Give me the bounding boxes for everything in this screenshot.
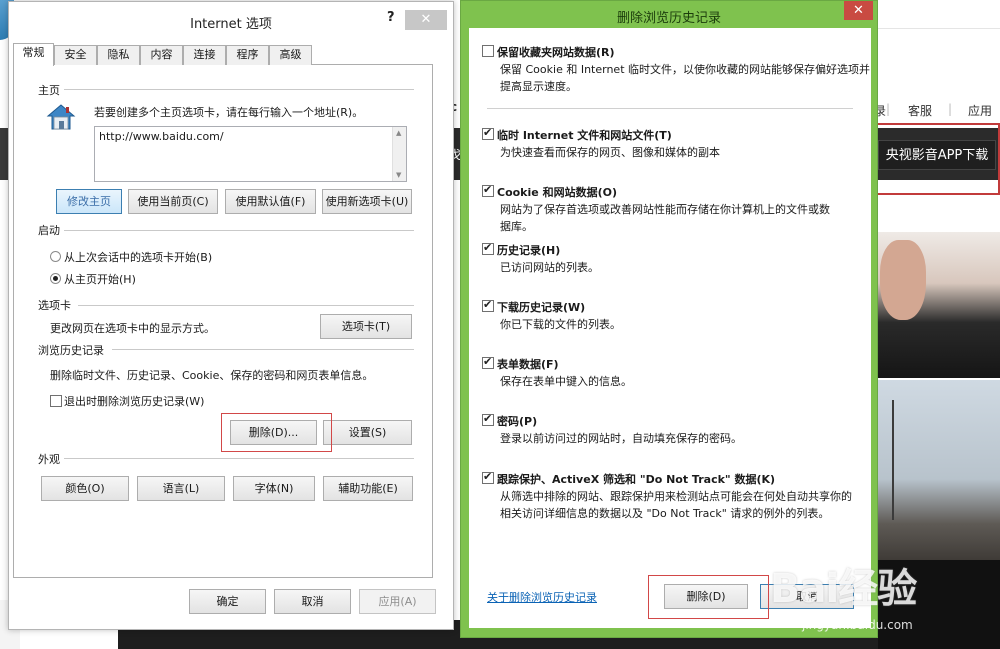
nav-divider: | bbox=[886, 102, 891, 116]
watermark-logo: Bai经验 bbox=[770, 566, 917, 612]
change-homepage-button[interactable]: 修改主页 bbox=[56, 189, 122, 214]
history-group-label: 浏览历史记录 bbox=[38, 344, 104, 357]
nav-item-service[interactable]: 客服 bbox=[908, 102, 932, 119]
download-history-desc: 你已下载的文件的列表。 bbox=[500, 318, 621, 331]
radio-last-session[interactable] bbox=[50, 251, 61, 262]
passwords-title: 密码(P) bbox=[497, 415, 538, 428]
about-delete-history-link[interactable]: 关于删除浏览历史记录 bbox=[487, 589, 597, 605]
photo-detail bbox=[882, 400, 904, 520]
close-button[interactable]: ✕ bbox=[405, 10, 447, 30]
watermark: Bai经验 jingyan.baidu.com bbox=[760, 548, 960, 648]
highlight-box bbox=[867, 123, 1000, 195]
highlight-box bbox=[221, 413, 332, 452]
tab-content[interactable]: 内容 bbox=[140, 45, 183, 65]
help-button[interactable]: ? bbox=[387, 10, 395, 25]
appearance-group-label: 外观 bbox=[38, 453, 60, 466]
tabs-group-label: 选项卡 bbox=[38, 299, 71, 312]
group-divider bbox=[78, 305, 414, 306]
tab-security[interactable]: 安全 bbox=[54, 45, 97, 65]
group-divider bbox=[64, 458, 414, 459]
dialog-titlebar[interactable]: Internet 选项 ? ✕ bbox=[9, 2, 453, 40]
passwords-desc: 登录以前访问过的网站时，自动填充保存的密码。 bbox=[500, 432, 742, 445]
background-divider bbox=[870, 28, 1000, 48]
history-settings-button[interactable]: 设置(S) bbox=[323, 420, 412, 445]
use-new-tab-button[interactable]: 使用新选项卡(U) bbox=[322, 189, 412, 214]
scroll-up-icon[interactable]: ▲ bbox=[396, 129, 401, 137]
group-divider bbox=[112, 349, 414, 350]
highlight-box bbox=[648, 575, 769, 619]
tab-privacy[interactable]: 隐私 bbox=[97, 45, 140, 65]
photo-detail bbox=[880, 240, 926, 320]
accessibility-button[interactable]: 辅助功能(E) bbox=[323, 476, 413, 501]
keep-favorites-title: 保留收藏夹网站数据(R) bbox=[497, 46, 615, 59]
history-desc: 已访问网站的列表。 bbox=[500, 261, 599, 274]
delete-on-exit-label: 退出时删除浏览历史记录(W) bbox=[64, 395, 205, 408]
fonts-button[interactable]: 字体(N) bbox=[233, 476, 315, 501]
house-icon bbox=[46, 104, 76, 130]
radio-homepage[interactable] bbox=[50, 273, 61, 284]
delete-on-exit-checkbox[interactable] bbox=[50, 395, 62, 407]
temp-files-desc: 为快速查看而保存的网页、图像和媒体的副本 bbox=[500, 146, 720, 159]
homepage-group-label: 主页 bbox=[38, 84, 60, 97]
temp-files-checkbox[interactable] bbox=[482, 126, 494, 140]
scroll-down-icon[interactable]: ▼ bbox=[396, 171, 401, 179]
startup-group-label: 启动 bbox=[38, 224, 60, 237]
cookies-checkbox[interactable] bbox=[482, 183, 494, 197]
dialog-title: 删除浏览历史记录 bbox=[616, 11, 721, 26]
colors-button[interactable]: 颜色(O) bbox=[41, 476, 129, 501]
use-default-button[interactable]: 使用默认值(F) bbox=[225, 189, 316, 214]
languages-button[interactable]: 语言(L) bbox=[137, 476, 225, 501]
scrollbar[interactable]: ▲ ▼ bbox=[392, 127, 406, 181]
keep-favorites-checkbox[interactable] bbox=[482, 45, 494, 57]
temp-files-title: 临时 Internet 文件和网站文件(T) bbox=[497, 129, 672, 142]
cancel-button[interactable]: 取消 bbox=[274, 589, 351, 614]
cookies-title: Cookie 和网站数据(O) bbox=[497, 186, 617, 199]
history-title: 历史记录(H) bbox=[497, 244, 561, 257]
tabs-settings-button[interactable]: 选项卡(T) bbox=[320, 314, 412, 339]
download-history-checkbox[interactable] bbox=[482, 298, 494, 312]
group-divider bbox=[64, 230, 414, 231]
homepage-url-field[interactable]: http://www.baidu.com/ ▲ ▼ bbox=[94, 126, 407, 182]
watermark-url: jingyan.baidu.com bbox=[802, 618, 913, 632]
keep-favorites-desc: 保留 Cookie 和 Internet 临时文件，以使你收藏的网站能够保存偏好… bbox=[500, 63, 870, 93]
form-data-checkbox[interactable] bbox=[482, 355, 494, 369]
use-current-button[interactable]: 使用当前页(C) bbox=[128, 189, 218, 214]
cookies-desc: 网站为了保存首选项或改善网站性能而存储在你计算机上的文件或数据库。 bbox=[500, 203, 830, 233]
tracking-protection-desc: 从筛选中排除的网站、跟踪保护用来检测站点可能会在何处自动共享你的相关访问详细信息… bbox=[500, 490, 852, 520]
tab-connections[interactable]: 连接 bbox=[183, 45, 226, 65]
tracking-protection-checkbox[interactable] bbox=[482, 470, 494, 484]
group-divider bbox=[64, 89, 414, 90]
tab-programs[interactable]: 程序 bbox=[226, 45, 269, 65]
tracking-protection-title: 跟踪保护、ActiveX 筛选和 "Do Not Track" 数据(K) bbox=[497, 473, 776, 486]
apply-button[interactable]: 应用(A) bbox=[359, 589, 436, 614]
background-banner-edge bbox=[0, 128, 8, 180]
passwords-checkbox[interactable] bbox=[482, 412, 494, 426]
homepage-instruction: 若要创建多个主页选项卡，请在每行输入一个地址(R)。 bbox=[94, 106, 364, 119]
nav-divider: | bbox=[948, 102, 953, 116]
tab-general[interactable]: 常规 bbox=[13, 43, 54, 66]
nav-item-apps[interactable]: 应用 bbox=[968, 102, 992, 119]
close-button[interactable]: ✕ bbox=[844, 1, 873, 20]
form-data-title: 表单数据(F) bbox=[497, 358, 559, 371]
radio-last-session-label: 从上次会话中的选项卡开始(B) bbox=[64, 251, 213, 264]
background-nav: 录 | 客服 | 应用 bbox=[862, 98, 1000, 122]
download-history-title: 下载历史记录(W) bbox=[497, 301, 586, 314]
tab-advanced[interactable]: 高级 bbox=[269, 45, 312, 65]
homepage-url-value: http://www.baidu.com/ bbox=[99, 130, 224, 143]
form-data-desc: 保存在表单中键入的信息。 bbox=[500, 375, 632, 388]
radio-homepage-label: 从主页开始(H) bbox=[64, 273, 136, 286]
ok-button[interactable]: 确定 bbox=[189, 589, 266, 614]
tabs-description: 更改网页在选项卡中的显示方式。 bbox=[50, 322, 215, 335]
section-divider bbox=[487, 108, 853, 109]
history-checkbox[interactable] bbox=[482, 241, 494, 255]
history-description: 删除临时文件、历史记录、Cookie、保存的密码和网页表单信息。 bbox=[50, 369, 374, 382]
